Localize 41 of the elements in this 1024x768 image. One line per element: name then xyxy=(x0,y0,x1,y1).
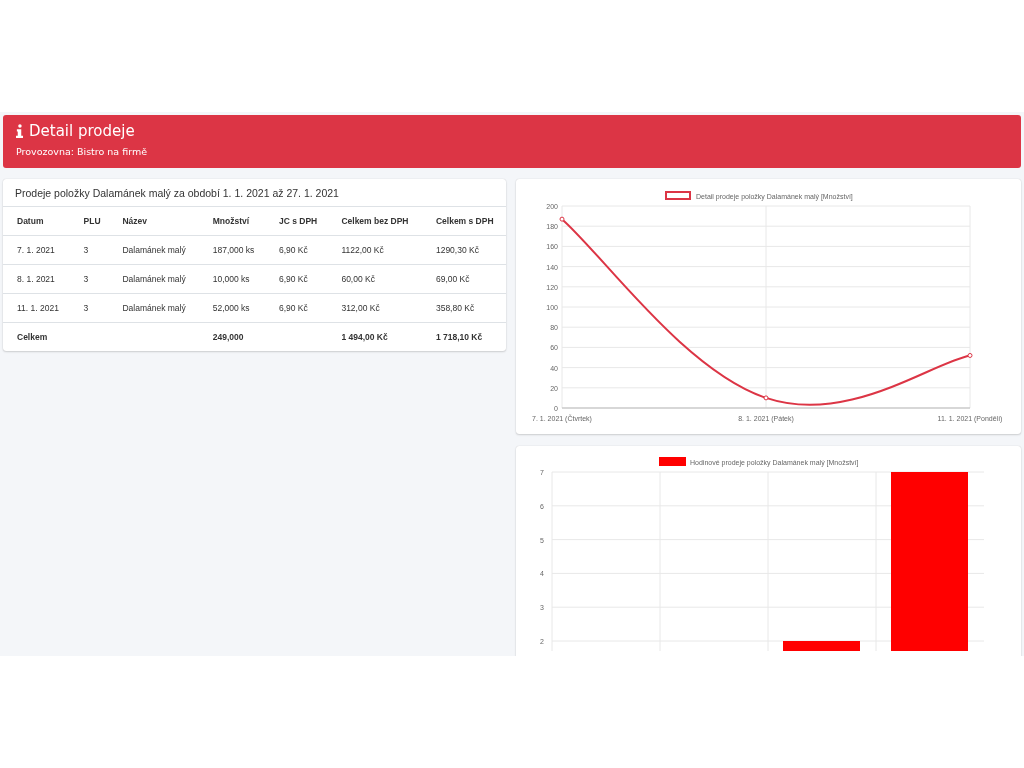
table-cell: 3 xyxy=(69,264,109,294)
legend-swatch-icon xyxy=(659,457,686,466)
table-title: Prodeje položky Dalamánek malý za období 1. 1. 2021 až 27. 1. 2021 xyxy=(3,179,506,207)
column-header: Množství xyxy=(198,207,265,236)
data-point xyxy=(967,353,973,358)
total-cell: 249,000 xyxy=(212,332,244,342)
data-point xyxy=(559,216,565,222)
table-cell: 187,000 ks xyxy=(198,235,265,265)
table-cell: 60,00 Kč xyxy=(327,264,422,294)
table-cell: Dalamánek malý xyxy=(108,264,199,294)
column-header: Celkem s DPH xyxy=(421,207,506,236)
table-cell: 69,00 Kč xyxy=(421,264,506,294)
location-subtitle: Provozovna: Bistro na firmě xyxy=(16,146,149,157)
column-header: JC s DPH xyxy=(264,207,328,236)
table-cell: 6,90 Kč xyxy=(264,264,328,294)
total-cell: 1 494,00 Kč xyxy=(341,332,388,342)
table-cell: 312,00 Kč xyxy=(327,293,422,323)
column-header: PLU xyxy=(69,207,109,236)
table-cell: 11. 1. 2021 xyxy=(3,293,70,323)
legend-swatch-icon xyxy=(665,191,691,200)
column-header: Celkem bez DPH xyxy=(327,207,422,236)
table-cell: 358,80 Kč xyxy=(421,293,506,323)
table-cell: 6,90 Kč xyxy=(264,293,328,323)
column-header: Název xyxy=(108,207,199,236)
column-header: Datum xyxy=(3,207,70,236)
table-cell: 3 xyxy=(69,235,109,265)
table-cell: 1122,00 Kč xyxy=(327,235,422,265)
table-cell: 52,000 ks xyxy=(198,293,265,323)
table-cell: Dalamánek malý xyxy=(108,235,199,265)
table-cell: 10,000 ks xyxy=(198,264,265,294)
table-cell: 6,90 Kč xyxy=(264,235,328,265)
table-cell: 7. 1. 2021 xyxy=(3,235,70,265)
info-icon xyxy=(16,124,23,138)
total-cell: Celkem xyxy=(17,332,48,342)
table-cell: 3 xyxy=(69,293,109,323)
data-point xyxy=(763,395,769,401)
total-cell: 1 718,10 Kč xyxy=(435,332,483,342)
table-cell: Dalamánek malý xyxy=(108,293,199,323)
table-cell: 1290,30 Kč xyxy=(421,235,506,265)
page-title: Detail prodeje xyxy=(29,122,135,140)
table-cell: 8. 1. 2021 xyxy=(3,264,70,294)
